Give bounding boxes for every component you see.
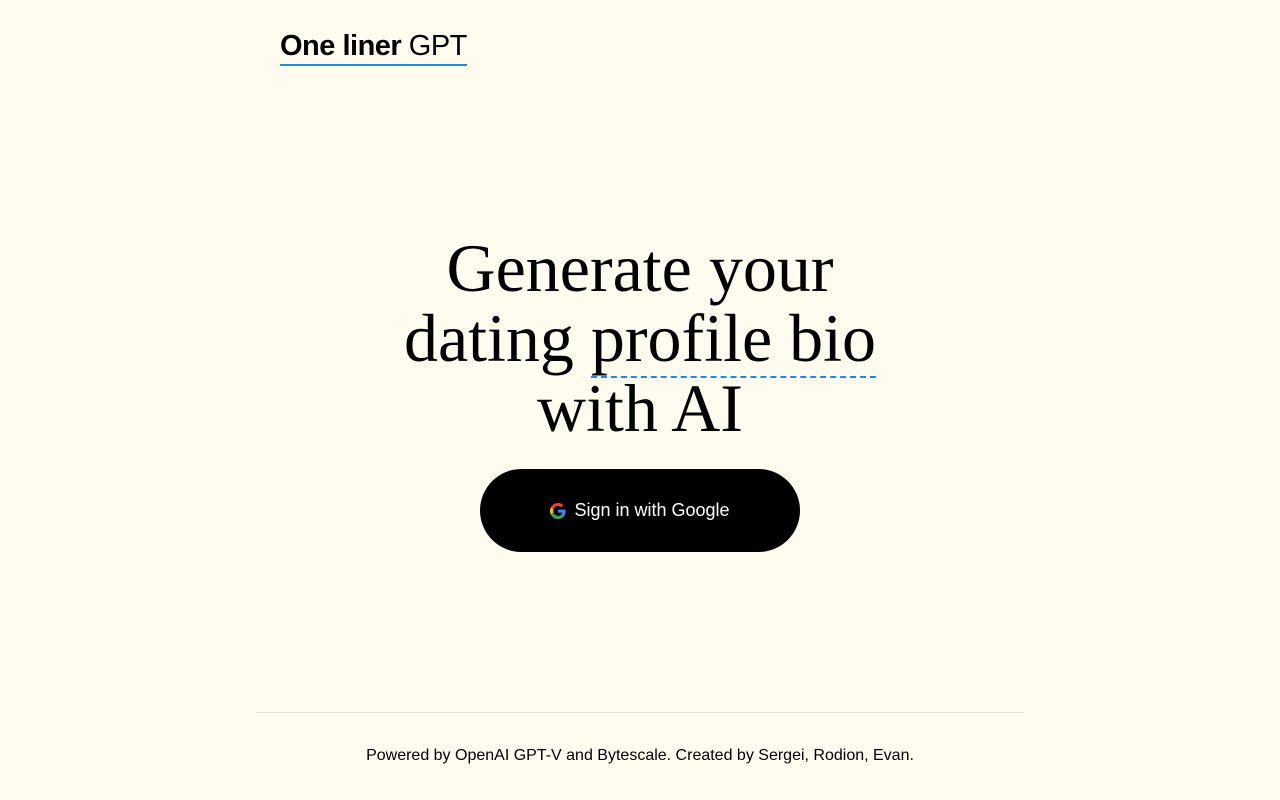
hero-line-3: with AI	[537, 370, 743, 446]
google-icon	[550, 502, 567, 519]
page: One liner GPT Generate your dating profi…	[0, 0, 1280, 800]
sign-in-label: Sign in with Google	[574, 500, 730, 520]
logo-bold-text: One liner	[280, 30, 402, 62]
footer-divider	[256, 712, 1024, 713]
hero-headline: Generate your dating profile bio with AI	[0, 233, 1280, 443]
footer-text: Powered by OpenAI GPT-V and Bytescale. C…	[366, 747, 914, 764]
hero-line-2-plain: dating	[403, 300, 591, 376]
hero-line-2-underlined: profile bio	[590, 300, 877, 378]
logo-link[interactable]: One liner GPT	[280, 28, 467, 66]
sign-in-with-google-button[interactable]: Sign in with Google	[480, 469, 800, 552]
logo-light-text: GPT	[401, 30, 468, 62]
hero-line-1: Generate your	[446, 230, 834, 306]
